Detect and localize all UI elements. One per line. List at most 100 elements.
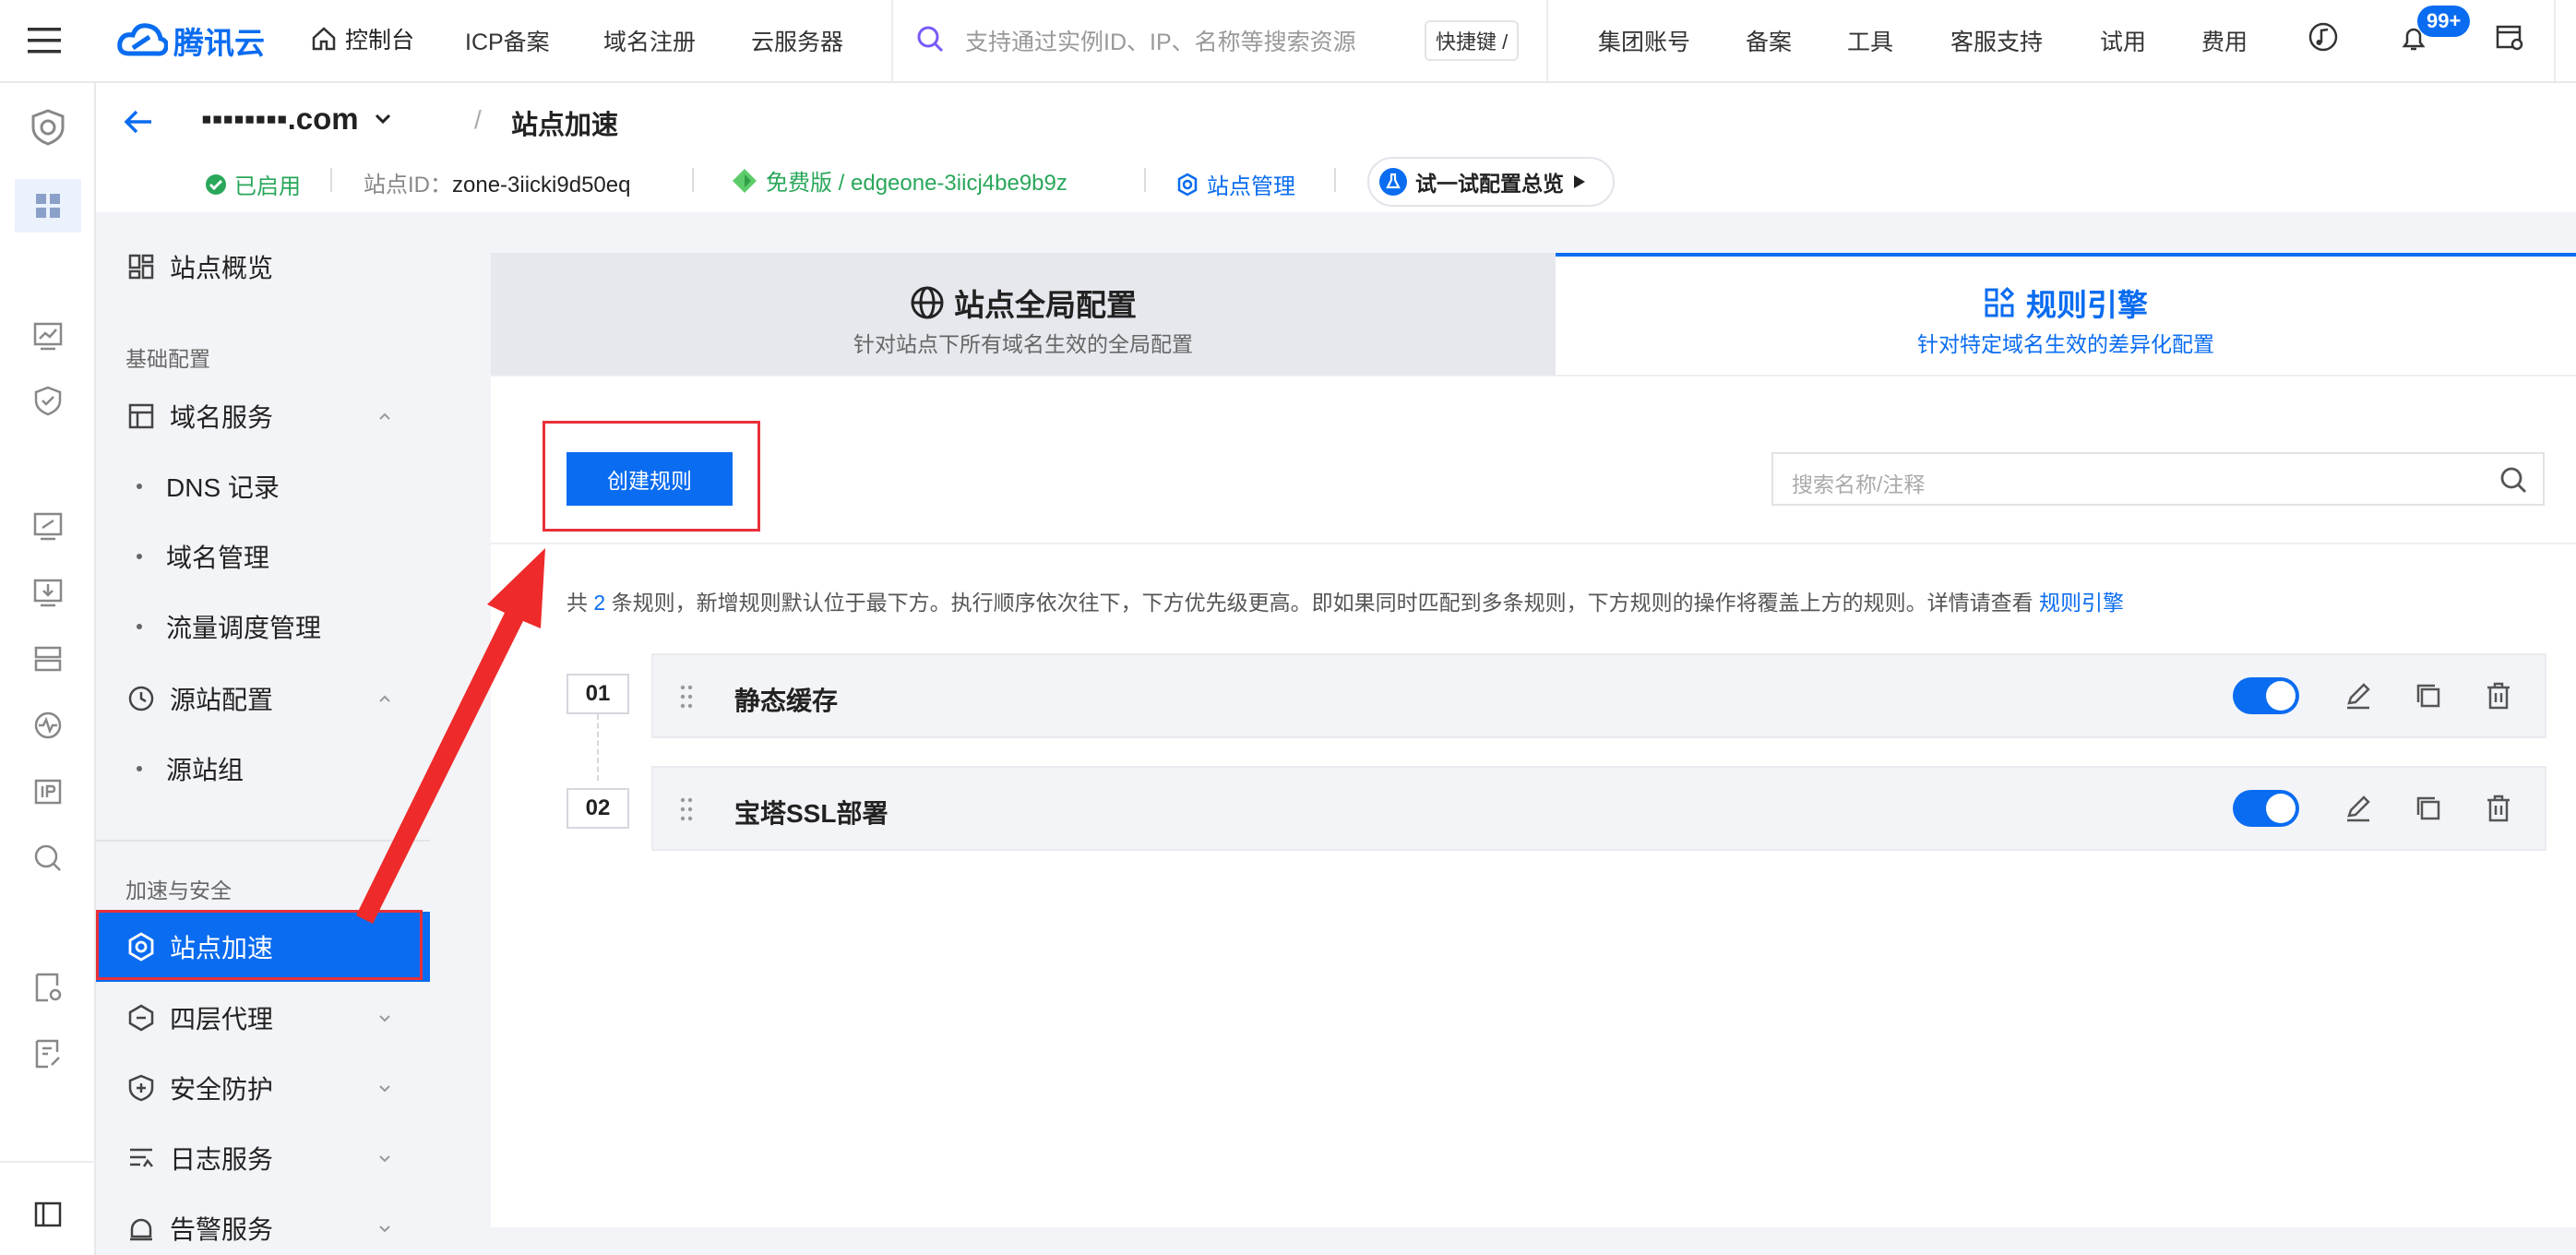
- ip-icon[interactable]: [28, 771, 68, 812]
- product-rail: [0, 83, 96, 1255]
- history-icon: [125, 683, 157, 714]
- cert-settings-icon[interactable]: [28, 967, 68, 1008]
- brand-logo[interactable]: 腾讯云: [116, 18, 265, 63]
- nav-icp[interactable]: ICP备案: [465, 24, 550, 57]
- edit-icon[interactable]: [2342, 679, 2375, 712]
- edgeone-shield-icon[interactable]: [28, 107, 68, 148]
- search-icon[interactable]: [2498, 465, 2528, 495]
- copy-icon[interactable]: [2412, 792, 2445, 825]
- divider: [692, 168, 694, 192]
- tab-rules-engine[interactable]: 规则引擎 针对特定域名生效的差异化配置: [1556, 253, 2576, 376]
- divider: [1334, 168, 1336, 192]
- rule-name: 静态缓存: [734, 687, 839, 715]
- divider: [1144, 168, 1146, 192]
- dashboard-icon[interactable]: [15, 179, 81, 233]
- brand-name: 腾讯云: [173, 26, 265, 60]
- overview-icon: [125, 251, 157, 282]
- nav-trial[interactable]: 试用: [2100, 24, 2146, 57]
- try-config-overview-button[interactable]: 试一试配置总览: [1367, 157, 1615, 207]
- pulse-icon[interactable]: [28, 705, 68, 746]
- chevron-down-icon: [379, 1085, 390, 1093]
- sidebar-item-log-service[interactable]: 日志服务: [96, 1126, 430, 1190]
- chevron-up-icon: [379, 412, 390, 420]
- shield-icon: [125, 1072, 157, 1104]
- monitor-chart-icon[interactable]: [28, 316, 68, 356]
- chevron-down-icon: [379, 1015, 390, 1022]
- nav-domain-register[interactable]: 域名注册: [603, 24, 696, 57]
- breadcrumb-separator: /: [474, 105, 482, 134]
- drag-handle-icon[interactable]: [679, 683, 694, 711]
- domain-service-icon: [125, 400, 157, 432]
- sidebar-item-dns-records[interactable]: DNS 记录: [96, 454, 430, 519]
- music-icon[interactable]: [2307, 20, 2340, 54]
- sidebar-item-domain-service[interactable]: 域名服务: [96, 384, 430, 448]
- delete-icon[interactable]: [2482, 792, 2515, 825]
- rule-search-input[interactable]: 搜索名称/注释: [1792, 467, 1925, 498]
- delete-icon[interactable]: [2482, 679, 2515, 712]
- bullet: [137, 484, 142, 489]
- shortcut-hint: 快捷键 /: [1425, 20, 1520, 61]
- menu-icon[interactable]: [26, 24, 63, 57]
- rule-count: 2: [593, 591, 606, 615]
- server-icon[interactable]: [28, 639, 68, 679]
- alarm-icon: [125, 1213, 157, 1244]
- rule-enable-toggle[interactable]: [2233, 790, 2299, 827]
- back-arrow-icon[interactable]: [120, 105, 157, 138]
- global-search-input[interactable]: 支持通过实例ID、IP、名称等搜索资源: [965, 24, 1356, 57]
- content-card: [491, 253, 2576, 1227]
- console-link[interactable]: 控制台: [310, 22, 414, 55]
- rule-row[interactable]: 宝塔SSL部署: [651, 766, 2546, 851]
- nav-group-account[interactable]: 集团账号: [1598, 24, 1690, 57]
- edit-icon[interactable]: [2342, 792, 2375, 825]
- notification-badge: 99+: [2417, 6, 2471, 37]
- tab-global-config[interactable]: 站点全局配置 针对站点下所有域名生效的全局配置: [491, 253, 1556, 376]
- nav-support[interactable]: 客服支持: [1950, 24, 2043, 57]
- divider: [0, 1161, 96, 1163]
- chevron-down-icon: [375, 114, 390, 125]
- sidebar-item-origin-group[interactable]: 源站组: [96, 736, 430, 801]
- rule-order-number: 01: [566, 674, 629, 714]
- drag-handle-icon[interactable]: [679, 795, 694, 823]
- message-center-icon[interactable]: [2493, 20, 2526, 54]
- rule-search-field[interactable]: 搜索名称/注释: [1771, 452, 2545, 506]
- search-icon[interactable]: [913, 22, 947, 55]
- sidebar-item-alarm-service[interactable]: 告警服务: [96, 1196, 430, 1255]
- nav-billing[interactable]: 费用: [2201, 24, 2248, 57]
- sidebar-item-overview[interactable]: 站点概览: [96, 234, 430, 299]
- create-rule-button[interactable]: 创建规则: [566, 452, 733, 506]
- tab-rules-subtitle: 针对特定域名生效的差异化配置: [1917, 332, 2214, 356]
- nav-tools[interactable]: 工具: [1847, 24, 1893, 57]
- nav-cvm[interactable]: 云服务器: [751, 24, 843, 57]
- sidebar-item-security[interactable]: 安全防护: [96, 1056, 430, 1120]
- domain-selector[interactable]: ▪▪▪▪▪▪▪▪.com: [201, 102, 394, 137]
- play-icon: [1574, 175, 1585, 188]
- divider: [330, 168, 332, 192]
- domain-name: ▪▪▪▪▪▪▪▪.com: [201, 102, 359, 136]
- doc-edit-icon[interactable]: [28, 1034, 68, 1074]
- sidebar-item-domain-manage[interactable]: 域名管理: [96, 524, 430, 589]
- site-id: 站点ID：zone-3iicki9d50eq: [364, 173, 631, 197]
- plan-info[interactable]: 免费版 / edgeone-3iicj4be9b9z: [731, 164, 1067, 197]
- sidebar-item-traffic-manage[interactable]: 流量调度管理: [96, 594, 430, 659]
- top-navigation: 腾讯云 控制台 ICP备案 域名注册 云服务器 支持通过实例ID、IP、名称等搜…: [0, 0, 2576, 83]
- collapse-panel-icon[interactable]: [28, 1194, 68, 1235]
- page-title: 站点加速: [511, 111, 619, 140]
- divider: [491, 543, 2576, 544]
- log-list-icon: [125, 1142, 157, 1174]
- sidebar-item-l4-proxy[interactable]: 四层代理: [96, 986, 430, 1050]
- globe-icon: [911, 286, 944, 319]
- nav-filing[interactable]: 备案: [1746, 24, 1792, 57]
- flask-icon: [1379, 168, 1407, 196]
- security-check-icon[interactable]: [28, 380, 68, 421]
- download-icon[interactable]: [28, 572, 68, 613]
- search-icon[interactable]: [28, 838, 68, 878]
- bullet: [137, 554, 142, 559]
- rule-enable-toggle[interactable]: [2233, 677, 2299, 714]
- site-manage-link[interactable]: 站点管理: [1175, 168, 1295, 200]
- rules-engine-doc-link[interactable]: 规则引擎: [2039, 591, 2124, 615]
- rule-row[interactable]: 静态缓存: [651, 653, 2546, 738]
- copy-icon[interactable]: [2412, 679, 2445, 712]
- screen-icon[interactable]: [28, 506, 68, 546]
- sidebar-item-origin-config[interactable]: 源站配置: [96, 666, 430, 731]
- rule-connector: [597, 714, 599, 781]
